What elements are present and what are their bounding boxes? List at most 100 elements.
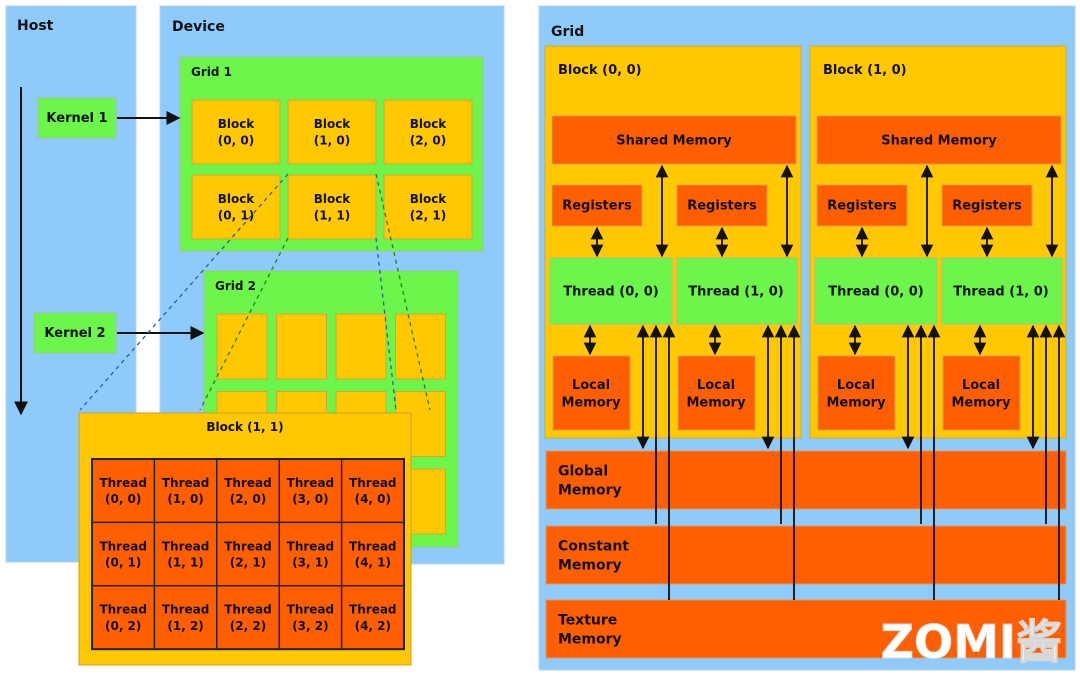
grid-1-block-rect (191, 174, 281, 240)
thread-cell-label: (1, 2) (167, 619, 203, 633)
thread-cell-label: Thread (99, 539, 146, 553)
grid-1-block: Block (0, 0) (191, 99, 281, 165)
grid-1-block-label: Block (410, 192, 448, 206)
grid-1-block: Block (2, 0) (383, 99, 473, 165)
kernel-2: Kernel 2 (33, 312, 117, 354)
thread-cell-label: Thread (287, 603, 334, 617)
memory-block: Block (1, 0) Shared Memory Registers Thread… (809, 45, 1067, 439)
host-title: Host (17, 18, 54, 34)
global-memory: Global Memory (545, 450, 1067, 510)
memory-label: Memory (558, 557, 622, 573)
memory-block: Block (0, 0) Shared Memory Registers Thread… (544, 45, 802, 439)
grid-1: Grid 1 Block (0, 0) Block (1, 0) Block (2, 0)… (179, 56, 484, 252)
registers-label: Registers (687, 199, 757, 214)
grid-1-block-rect (287, 174, 377, 240)
grid-1-block-rect (287, 99, 377, 165)
local-memory-label: Memory (686, 395, 746, 410)
local-memory (942, 355, 1021, 431)
local-memory (817, 355, 896, 431)
kernel-1: Kernel 1 (37, 97, 117, 139)
grid-1-block-label: (1, 1) (314, 208, 350, 222)
grid-1-block: Block (0, 1) (191, 174, 281, 240)
thread-label: Thread (0, 0) (828, 285, 923, 300)
thread-cell-label: (2, 1) (230, 556, 266, 570)
thread-cell-label: (2, 2) (230, 619, 266, 633)
device-title: Device (172, 19, 225, 35)
grid-1-block-label: Block (314, 192, 352, 206)
grid-1-block-label: Block (410, 117, 448, 131)
thread-cell-label: Thread (349, 603, 396, 617)
grid-1-block-rect (383, 174, 473, 240)
thread-cell-label: (3, 0) (292, 492, 328, 506)
grid-1-block-label: Block (218, 117, 256, 131)
memory-label: Memory (558, 631, 622, 647)
cuda-thread-memory-diagram: Host Kernel 1 Kernel 2 Device Grid 1 Blo… (5, 5, 1076, 671)
memory-rect (545, 525, 1067, 585)
thread-label: Thread (1, 0) (688, 285, 783, 300)
constant-memory: Constant Memory (545, 525, 1067, 585)
memory-label: Texture (558, 613, 617, 629)
grid-2-block (335, 313, 387, 380)
thread-cell-label: (4, 1) (355, 556, 391, 570)
thread-cell-label: Thread (162, 539, 209, 553)
local-memory-label: Local (962, 378, 1000, 393)
thread-cell-label: (3, 1) (292, 556, 328, 570)
memory-rect (545, 450, 1067, 510)
thread-cell-label: Thread (349, 539, 396, 553)
local-memory-label: Local (572, 378, 610, 393)
grid-2-block (276, 313, 327, 380)
thread-cell-label: Thread (162, 476, 209, 490)
kernel-2-label: Kernel 2 (44, 326, 105, 341)
memory-block-title: Block (1, 0) (823, 63, 907, 78)
registers-label: Registers (827, 199, 897, 214)
local-memory (552, 355, 631, 431)
grid-1-block-label: (0, 0) (218, 133, 254, 147)
thread-cell-label: Thread (287, 476, 334, 490)
local-memory-label: Memory (826, 395, 886, 410)
thread-cell-label: Thread (349, 476, 396, 490)
registers-label: Registers (952, 199, 1022, 214)
thread-label: Thread (0, 0) (563, 285, 658, 300)
shared-memory-label: Shared Memory (616, 134, 732, 149)
thread-cell-label: (0, 1) (105, 556, 141, 570)
thread-cell-label: (3, 2) (292, 619, 328, 633)
grid-2-block (216, 313, 268, 380)
zoomed-block-title: Block (1, 1) (206, 420, 283, 434)
grid-1-block-label: (1, 0) (314, 133, 350, 147)
grid-1-block-rect (383, 99, 473, 165)
local-memory (677, 355, 756, 431)
thread-label: Thread (1, 0) (953, 285, 1048, 300)
local-memory-label: Local (697, 378, 735, 393)
memory-label: Constant (558, 539, 629, 555)
watermark-logo: ZOMI酱 (881, 615, 1062, 669)
grid-1-block-label: (0, 1) (218, 208, 254, 222)
thread-cell-label: (4, 2) (355, 619, 391, 633)
thread-cell-label: (4, 0) (355, 492, 391, 506)
thread-cell-label: Thread (99, 476, 146, 490)
shared-memory-label: Shared Memory (881, 134, 997, 149)
thread-cell-label: Thread (224, 603, 271, 617)
grid-1-block: Block (1, 1) (287, 174, 377, 240)
grid-1-block-label: (2, 1) (410, 208, 446, 222)
memory-label: Global (558, 464, 608, 480)
zoomed-block: Block (1, 1) Thread (0, 0) Thread (1, 0) Thr… (78, 412, 412, 666)
thread-cell-label: (1, 1) (167, 556, 203, 570)
grid-1-title: Grid 1 (191, 65, 232, 79)
thread-cell-label: (0, 0) (105, 492, 141, 506)
local-memory-label: Memory (561, 395, 621, 410)
thread-cell-label: (2, 0) (230, 492, 266, 506)
kernel-1-label: Kernel 1 (46, 111, 107, 126)
thread-cell-label: (1, 0) (167, 492, 203, 506)
thread-cell-label: Thread (224, 539, 271, 553)
registers-label: Registers (562, 199, 632, 214)
thread-cell-label: Thread (162, 603, 209, 617)
thread-cell-label: Thread (224, 476, 271, 490)
grid-1-block: Block (1, 0) (287, 99, 377, 165)
thread-cell-label: (0, 2) (105, 619, 141, 633)
memory-grid-title: Grid (551, 24, 584, 40)
thread-cell-label: Thread (99, 603, 146, 617)
memory-label: Memory (558, 482, 622, 498)
grid-1-block-label: Block (314, 117, 352, 131)
memory-grid-panel: Grid Block (0, 0) Shared Memory Registers T… (538, 5, 1076, 671)
grid-1-block-rect (191, 99, 281, 165)
